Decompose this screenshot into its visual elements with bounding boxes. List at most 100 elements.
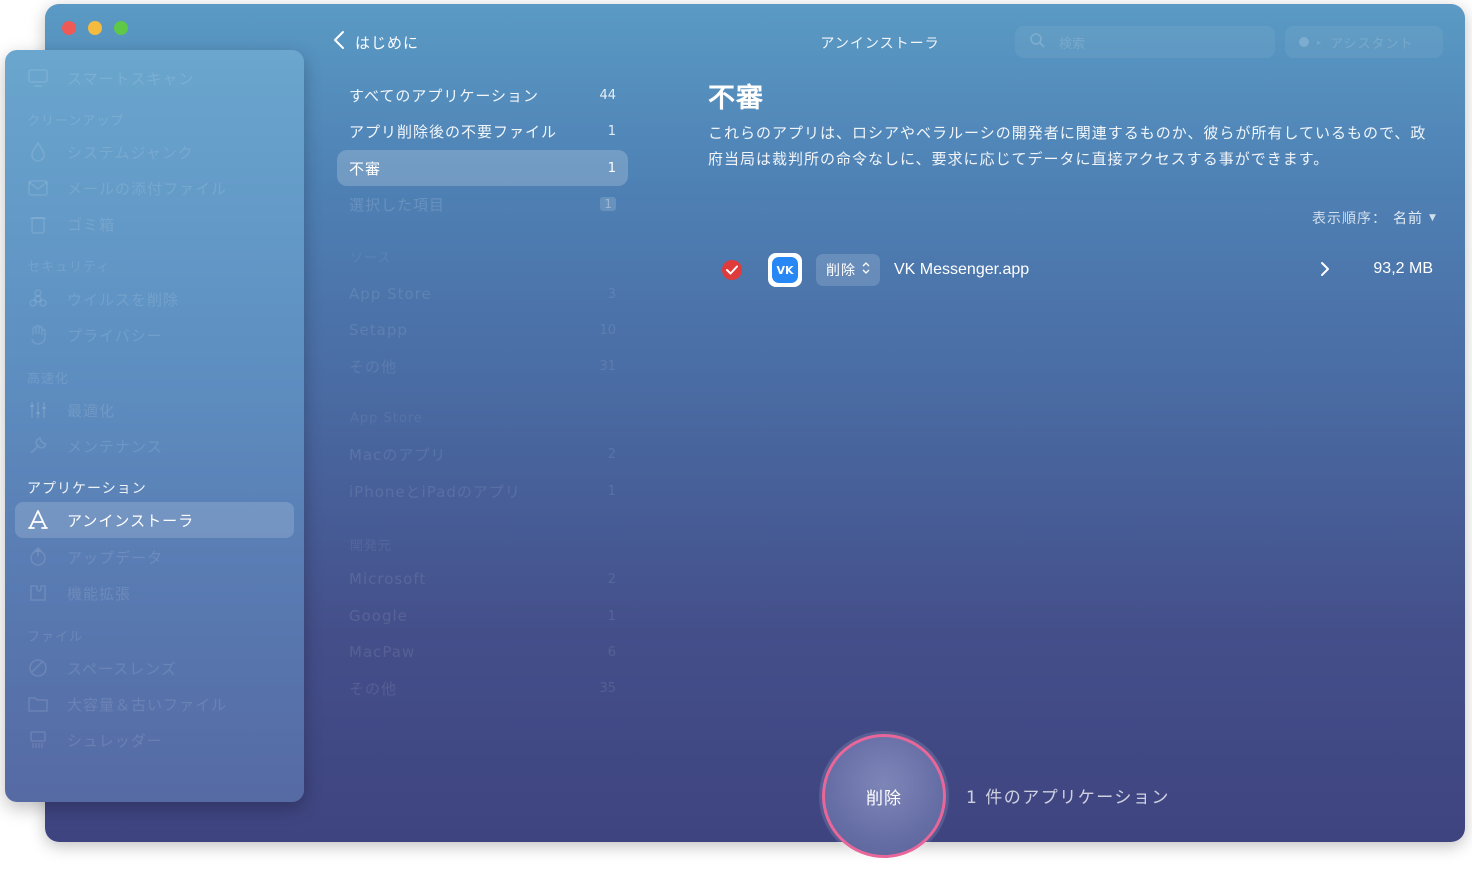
back-button[interactable]: はじめに (333, 30, 419, 54)
app-name: VK Messenger.app (894, 261, 1030, 278)
sidebar-item-mail-attachments[interactable]: メールの添付ファイル (15, 170, 294, 206)
sidebar-item-label: スペースレンズ (67, 659, 177, 678)
caret-icon: ▸ (1317, 37, 1323, 47)
wrench-icon (27, 435, 49, 457)
sidebar-item-updater[interactable]: アップデータ (15, 539, 294, 575)
sidebar-item-label: 大容量＆古いファイル (67, 695, 228, 714)
category-label: iPhoneとiPadのアプリ (349, 482, 521, 501)
category-vendor[interactable]: App Store 3 (337, 276, 628, 312)
category-count: 2 (607, 446, 616, 462)
category-label: その他 (349, 357, 398, 376)
category-count: 1 (607, 160, 616, 176)
zoom-window-button[interactable] (114, 21, 128, 35)
sidebar-item-label: メールの添付ファイル (67, 179, 228, 198)
category-heading-store: App Store (350, 411, 423, 426)
category-count: 2 (607, 571, 616, 587)
sidebar-item-remove-virus[interactable]: ウイルスを削除 (15, 281, 294, 317)
category-leftovers[interactable]: アプリ削除後の不要ファイル 1 (337, 113, 628, 149)
category-store[interactable]: iPhoneとiPadのアプリ 1 (337, 473, 628, 509)
app-row[interactable]: VK 削除 VK Messenger.app 93,2 MB (720, 252, 1435, 288)
category-label: Google (349, 607, 408, 625)
category-developer[interactable]: その他 35 (337, 670, 628, 706)
sidebar-item-label: システムジャンク (67, 143, 194, 162)
sidebar-item-trash[interactable]: ゴミ箱 (15, 206, 294, 242)
category-developer[interactable]: Google 1 (337, 598, 628, 634)
sidebar-section-speed: 高速化 (27, 372, 70, 387)
sidebar-item-label: 最適化 (67, 401, 116, 420)
sidebar-item-label: アンインストーラ (67, 511, 195, 530)
category-developer[interactable]: MacPaw 6 (337, 634, 628, 670)
app-action-label: 削除 (826, 263, 856, 279)
sidebar-section-applications: アプリケーション (27, 481, 147, 497)
chevron-left-icon (333, 30, 345, 54)
category-count: 6 (607, 644, 616, 660)
window-controls (62, 21, 128, 35)
category-all-apps[interactable]: すべてのアプリケーション 44 (337, 77, 628, 113)
chevron-right-icon[interactable] (1320, 261, 1330, 281)
sidebar-item-label: メンテナンス (67, 437, 163, 456)
sidebar-item-privacy[interactable]: プライバシー (15, 317, 294, 353)
assistant-button[interactable]: ▸ アシスタント (1285, 26, 1443, 58)
sidebar-item-uninstaller[interactable]: アンインストーラ (15, 502, 294, 538)
sidebar-item-large-old-files[interactable]: 大容量＆古いファイル (15, 686, 294, 722)
sidebar-item-label: ゴミ箱 (67, 215, 116, 234)
page-description: これらのアプリは、ロシアやベラルーシの開発者に関連するものか、彼らが所有している… (708, 124, 1427, 168)
assistant-dot-icon (1299, 37, 1309, 47)
minimize-window-button[interactable] (88, 21, 102, 35)
category-suspicious[interactable]: 不審 1 (337, 150, 628, 186)
sidebar-item-extensions[interactable]: 機能拡張 (15, 575, 294, 611)
sidebar-item-shredder[interactable]: シュレッダー (15, 722, 294, 758)
sidebar-item-label: ウイルスを削除 (67, 290, 180, 309)
sidebar-section-security: セキュリティ (27, 260, 111, 275)
sidebar-item-optimization[interactable]: 最適化 (15, 392, 294, 428)
app-action-dropdown[interactable]: 削除 (816, 254, 880, 286)
category-count: 1 (607, 483, 616, 499)
updown-chevron-icon (862, 262, 870, 278)
sidebar-item-label: 機能拡張 (67, 584, 132, 603)
category-vendor[interactable]: その他 31 (337, 348, 628, 384)
category-label: 不審 (349, 159, 382, 178)
category-vendor[interactable]: Setapp 10 (337, 312, 628, 348)
extension-icon (27, 582, 49, 604)
category-heading-developer: 開発元 (350, 539, 393, 554)
biohazard-icon (27, 288, 49, 310)
sliders-icon (27, 399, 49, 421)
trash-icon (27, 213, 49, 235)
category-label: 選択した項目 (349, 195, 446, 214)
drop-icon (27, 141, 49, 163)
sidebar-item-label: プライバシー (67, 326, 163, 345)
sort-label: 表示順序： (1312, 211, 1387, 227)
category-label: すべてのアプリケーション (349, 86, 540, 105)
category-label: Microsoft (349, 570, 427, 588)
caret-down-icon: ▼ (1429, 213, 1437, 223)
lens-icon (27, 657, 49, 679)
sidebar-item-maintenance[interactable]: メンテナンス (15, 428, 294, 464)
search-field[interactable]: 検索 (1015, 26, 1275, 58)
sidebar-item-smart-scan[interactable]: スマートスキャン (15, 60, 294, 96)
close-window-button[interactable] (62, 21, 76, 35)
updater-icon (27, 546, 49, 568)
category-label: アプリ削除後の不要ファイル (349, 122, 558, 141)
sidebar: スマートスキャン クリーンアップ システムジャンク メールの添付ファイル ゴミ箱… (5, 50, 304, 802)
category-count: 1 (607, 608, 616, 624)
category-heading-source: ソース (350, 251, 392, 266)
category-count: 1 (607, 123, 616, 139)
sidebar-item-label: アップデータ (67, 548, 164, 567)
app-checkbox[interactable] (722, 260, 742, 280)
hand-icon (27, 324, 49, 346)
remove-button[interactable]: 削除 (822, 734, 946, 858)
remove-button-label: 削除 (866, 788, 902, 809)
category-selected-items[interactable]: 選択した項目 1 (337, 186, 628, 222)
checkmark-icon (726, 265, 738, 275)
sidebar-item-space-lens[interactable]: スペースレンズ (15, 650, 294, 686)
vk-icon: VK (768, 253, 802, 287)
back-label: はじめに (355, 33, 420, 52)
sort-control[interactable]: 表示順序： 名前 ▼ (1312, 208, 1437, 228)
category-count: 35 (599, 680, 616, 696)
sidebar-item-system-junk[interactable]: システムジャンク (15, 134, 294, 170)
sidebar-section-files: ファイル (27, 630, 84, 645)
window-title: アンインストーラ (820, 36, 940, 52)
category-store[interactable]: Macのアプリ 2 (337, 436, 628, 472)
category-developer[interactable]: Microsoft 2 (337, 561, 628, 597)
mail-icon (27, 177, 49, 199)
